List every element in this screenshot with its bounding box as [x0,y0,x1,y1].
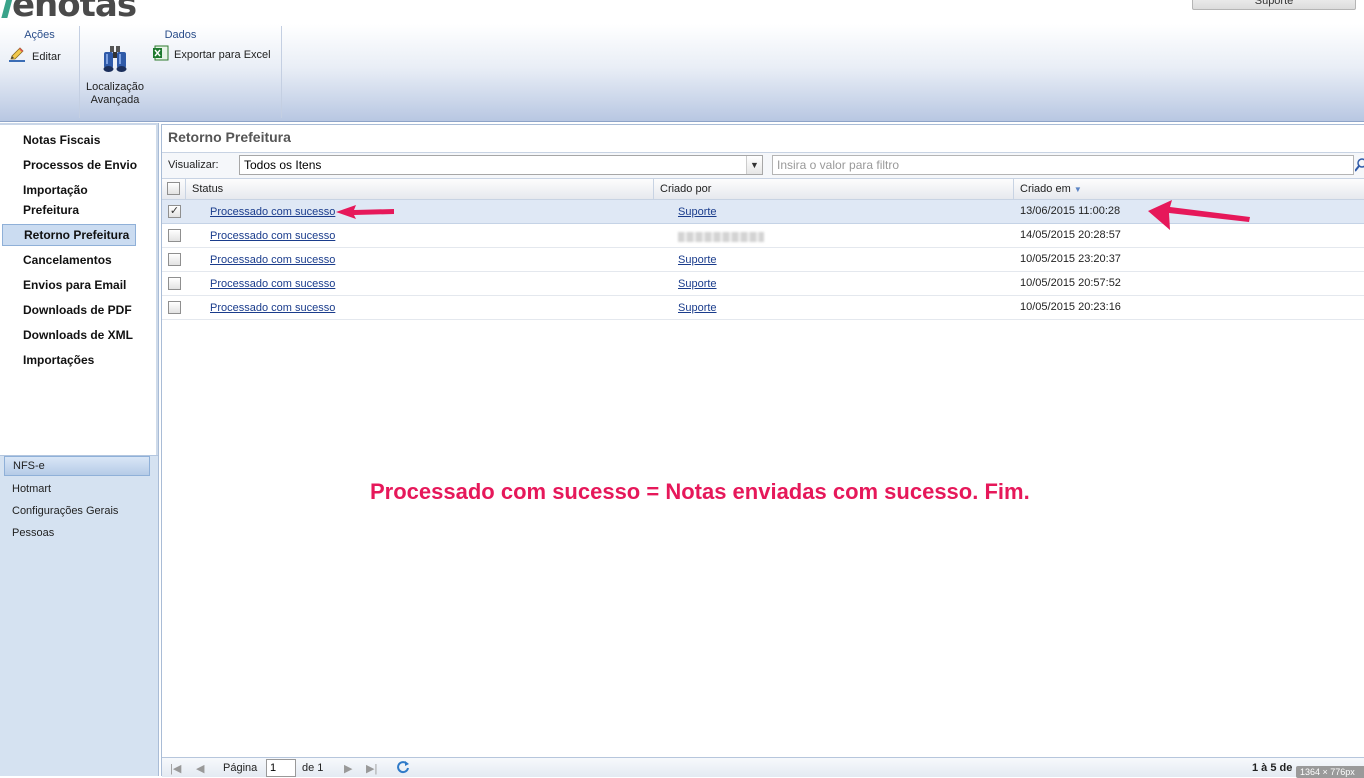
logo-text: enotas [12,0,137,25]
module-pessoas[interactable]: Pessoas [12,524,158,542]
page-title: Retorno Prefeitura [168,129,291,145]
created-at: 10/05/2015 23:20:37 [1020,253,1121,265]
advanced-search-button[interactable]: Localização Avançada [84,44,146,107]
annotation-text: Processado com sucesso = Notas enviadas … [370,479,1030,504]
row-checkbox[interactable] [168,229,181,242]
column-status-header[interactable]: Status [186,179,654,200]
module-configuracoes-gerais[interactable]: Configurações Gerais [12,502,158,520]
nav-item-cancelamentos[interactable]: Cancelamentos [23,250,157,270]
search-icon[interactable] [1354,156,1364,174]
first-page-icon[interactable]: |◀ [170,762,181,775]
module-hotmart[interactable]: Hotmart [12,480,158,498]
sort-desc-icon: ▼ [1073,185,1082,194]
nav-item-notas-fiscais[interactable]: Notas Fiscais [23,130,157,150]
logo-mark-icon [1,0,13,18]
annotation-arrow-left [336,205,394,219]
created-by-link[interactable]: Suporte [678,206,717,218]
ribbon-group-title: Ações [24,29,55,41]
nav-item-downloads-pdf[interactable]: Downloads de PDF [23,300,157,320]
table-row[interactable]: Processado com sucesso Suporte 10/05/201… [162,248,1364,272]
row-checkbox[interactable] [168,277,181,290]
created-at: 13/06/2015 11:00:28 [1020,205,1121,217]
status-link[interactable]: Processado com sucesso [210,206,335,218]
advanced-search-label-2: Avançada [90,94,140,106]
select-all-cell [162,179,186,200]
column-criado-por-header[interactable]: Criado por [654,179,1014,200]
ribbon-toolbar: Ações Editar Dados Exportar para Excel L… [0,24,1364,122]
status-link[interactable]: Processado com sucesso [210,278,335,290]
nav-item-importacoes[interactable]: Importações [23,350,157,370]
app-logo[interactable]: enotas [1,0,137,25]
row-checkbox[interactable] [168,253,181,266]
edit-pencil-icon [8,47,26,66]
table-row[interactable]: Processado com sucesso Suporte 10/05/201… [162,296,1364,320]
nav-item-envios-email[interactable]: Envios para Email [23,275,157,295]
status-link[interactable]: Processado com sucesso [210,302,335,314]
module-list: NFS-e Hotmart Configurações Gerais Pesso… [0,455,158,776]
edit-button[interactable]: Editar [8,47,61,66]
chevron-down-icon[interactable]: ▼ [746,156,762,174]
left-navigation: Notas Fiscais Processos de Envio Importa… [0,123,159,776]
view-select-value: Todos os Itens [244,158,322,172]
binoculars-icon [101,44,129,77]
last-page-icon[interactable]: ▶| [366,762,377,775]
next-page-icon[interactable]: ▶ [344,762,352,775]
nav-item-label: Importação [23,183,88,197]
nav-item-importacao-prefeitura[interactable]: Importação Prefeitura [23,180,157,220]
pager-bar: |◀ ◀ Página 1 de 1 ▶ ▶| 1 à 5 de [162,757,1364,777]
export-excel-label: Exportar para Excel [174,48,271,61]
edit-button-label: Editar [32,50,61,63]
created-by-blurred [678,232,764,242]
created-by-link[interactable]: Suporte [678,254,717,266]
nav-item-label: Prefeitura [23,203,80,217]
module-nfse[interactable]: NFS-e [4,456,150,476]
excel-icon [153,45,169,64]
created-at: 10/05/2015 20:23:16 [1020,301,1121,313]
record-range: 1 à 5 de [1252,762,1293,774]
status-link[interactable]: Processado com sucesso [210,230,335,242]
user-menu-button[interactable]: Suporte [1192,0,1356,10]
prev-page-icon[interactable]: ◀ [196,762,204,775]
row-checkbox[interactable]: ✓ [168,205,181,218]
row-checkbox[interactable] [168,301,181,314]
page-label: Página [223,762,258,774]
ribbon-group-title: Dados [164,29,197,41]
created-at: 10/05/2015 20:57:52 [1020,277,1121,289]
column-criado-em-label: Criado em [1020,183,1071,195]
view-select[interactable]: Todos os Itens ▼ [239,155,763,175]
created-by-link[interactable]: Suporte [678,278,717,290]
advanced-search-label-1: Localização [85,81,145,93]
created-at: 14/05/2015 20:28:57 [1020,229,1121,241]
page-count-label: de 1 [302,762,324,774]
nav-item-processos-envio[interactable]: Processos de Envio [23,155,157,175]
nav-item-retorno-prefeitura[interactable]: Retorno Prefeitura [2,224,136,246]
annotation-arrow-right [1148,200,1250,230]
filter-input[interactable]: Insira o valor para filtro [772,155,1354,175]
table-row[interactable]: Processado com sucesso Suporte 10/05/201… [162,272,1364,296]
export-excel-button[interactable]: Exportar para Excel [153,45,271,64]
view-label: Visualizar: [168,159,219,171]
top-bar: enotas Suporte [0,0,1364,24]
created-by-link[interactable]: Suporte [678,302,717,314]
page-number-input[interactable]: 1 [266,759,296,777]
main-panel: Retorno Prefeitura Visualizar: Todos os … [161,124,1364,777]
view-bar: Visualizar: Todos os Itens ▼ Insira o va… [162,152,1364,178]
ribbon-group-acoes: Ações Editar [0,26,80,118]
dimensions-overlay: 1364 × 776px [1296,766,1364,778]
status-link[interactable]: Processado com sucesso [210,254,335,266]
nav-list: Notas Fiscais Processos de Envio Importa… [0,123,158,455]
refresh-icon[interactable] [396,760,410,777]
nav-item-downloads-xml[interactable]: Downloads de XML [23,325,157,345]
select-all-checkbox[interactable] [167,182,180,195]
